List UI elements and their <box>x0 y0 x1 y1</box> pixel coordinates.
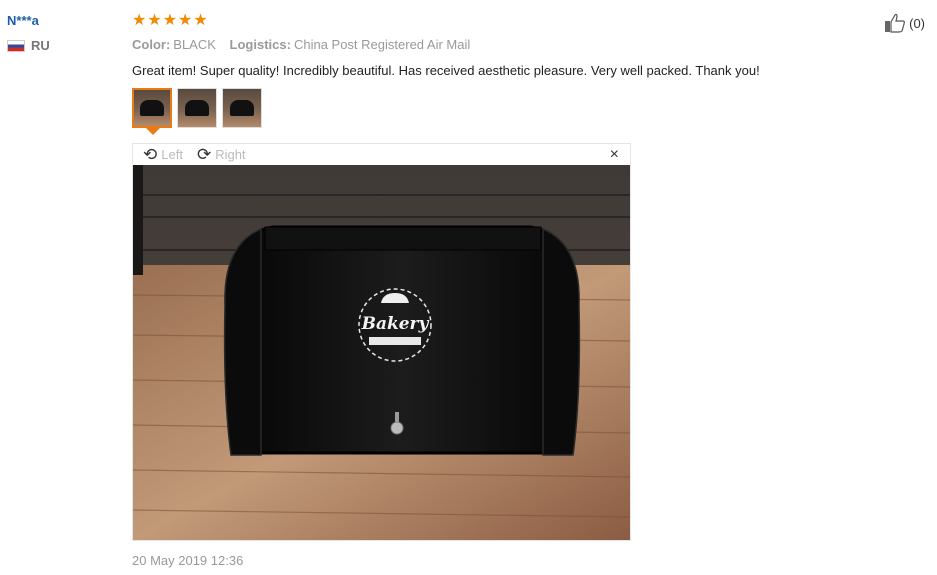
star-icon: ★ <box>162 12 178 29</box>
reviewer-country: RU <box>7 38 50 53</box>
thumbs-up-icon <box>885 13 906 33</box>
rotate-left-label: Left <box>161 147 183 162</box>
review-text: Great item! Super quality! Incredibly be… <box>132 63 760 78</box>
rotate-left-icon: ⟲ <box>143 145 158 164</box>
selected-thumbnail-indicator <box>146 128 160 135</box>
review-body: ★ ★ ★ ★ ★ Color: BLACK Logistics: China Po… <box>132 12 892 135</box>
reviewer-name: N***a <box>7 13 39 28</box>
star-icon: ★ <box>178 12 193 29</box>
logistics-value: China Post Registered Air Mail <box>293 37 471 52</box>
review-date: 20 May 2019 12:36 <box>132 553 244 568</box>
star-icon: ★ <box>193 12 208 29</box>
photo-logo-text: Bakery <box>361 314 430 334</box>
rotate-left-button[interactable]: ⟲ Left <box>143 146 183 163</box>
star-rating: ★ ★ ★ ★ ★ <box>132 12 892 30</box>
star-icon: ★ <box>147 12 162 29</box>
review-meta: Color: BLACK Logistics: China Post Registe… <box>132 37 892 52</box>
color-label: Color: <box>132 37 171 52</box>
rotate-right-label: Right <box>215 147 246 162</box>
country-code: RU <box>31 38 50 53</box>
helpful-count: (0) <box>909 15 925 31</box>
flag-icon <box>7 39 25 52</box>
review-thumbnails <box>132 88 892 135</box>
logistics-label: Logistics: <box>229 37 291 52</box>
image-viewer: ⟲ Left ⟳ Right × Bakery <box>132 143 631 541</box>
helpful-button[interactable]: (0) <box>884 13 925 33</box>
thumbnail-2[interactable] <box>177 88 217 128</box>
review-photo: Bakery <box>133 165 630 540</box>
rotate-right-icon: ⟳ <box>196 145 212 164</box>
reviewer-info: N***a RU <box>7 13 50 53</box>
thumbnail-1[interactable] <box>132 88 172 128</box>
rotate-right-button[interactable]: ⟳ Right <box>197 146 246 163</box>
viewer-toolbar: ⟲ Left ⟳ Right × <box>133 144 630 165</box>
color-value: BLACK <box>173 37 216 52</box>
thumbnail-3[interactable] <box>222 88 262 128</box>
review-photo-image: Bakery <box>133 165 630 540</box>
close-icon[interactable]: × <box>610 146 619 164</box>
star-icon: ★ <box>132 12 147 29</box>
